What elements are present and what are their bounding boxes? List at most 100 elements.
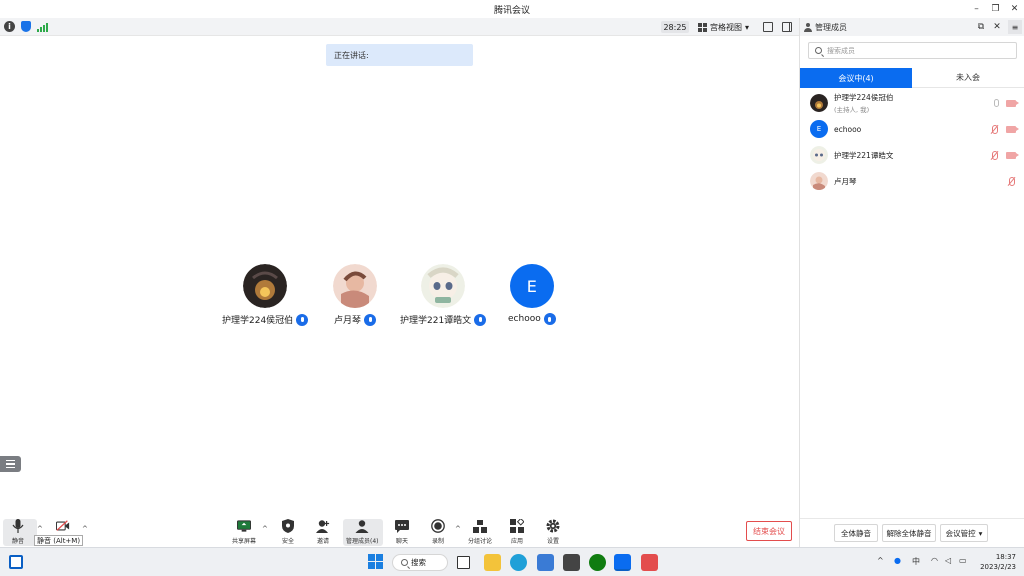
chevron-up-icon[interactable]: ^ <box>82 525 88 533</box>
microphone-icon[interactable] <box>994 99 999 107</box>
widgets-icon[interactable] <box>9 555 23 569</box>
mic-icon <box>474 313 487 326</box>
camera-off-icon[interactable] <box>1006 125 1019 133</box>
video-control[interactable] <box>56 519 70 533</box>
fullscreen-icon[interactable] <box>763 22 773 32</box>
manage-members-button[interactable]: 管理成员(4) <box>346 519 379 545</box>
taskbar-search[interactable]: 搜索 <box>392 554 448 571</box>
tab-not-joined[interactable]: 未入会 <box>912 68 1024 88</box>
member-info: 卢月琴 <box>834 176 857 187</box>
pop-out-icon[interactable]: ⧉ <box>976 22 986 32</box>
window-title: 腾讯会议 <box>493 5 530 16</box>
info-icon[interactable]: i <box>4 21 15 32</box>
shield-icon[interactable] <box>21 21 31 32</box>
floating-list-button[interactable] <box>0 456 21 472</box>
participant-tile[interactable]: 护理学221谭皓文 <box>400 264 487 326</box>
avatar <box>810 146 828 164</box>
xbox-icon[interactable] <box>589 554 606 571</box>
member-search-input[interactable] <box>827 46 1007 55</box>
chevron-down-icon: ▾ <box>978 528 983 538</box>
microphone-icon[interactable]: ● <box>894 556 901 565</box>
chevron-up-icon[interactable]: ^ <box>877 556 884 565</box>
edge-browser-icon[interactable] <box>510 554 527 571</box>
system-clock[interactable]: 18:37 2023/2/23 <box>976 552 1016 572</box>
member-status-icons <box>994 99 1019 107</box>
wifi-icon[interactable]: ◠ <box>931 556 938 565</box>
meeting-info-bar: i 28:25 宫格视图 ▾ <box>0 18 799 36</box>
add-user-icon <box>316 519 330 533</box>
member-row[interactable]: E echooo <box>810 118 1020 140</box>
record-icon <box>431 519 445 533</box>
menu-icon[interactable]: ≡ <box>1008 20 1022 34</box>
close-icon[interactable]: ✕ <box>992 22 1002 32</box>
share-screen-button[interactable]: 共享屏幕 <box>232 519 256 545</box>
mic-muted-icon[interactable] <box>990 124 999 134</box>
meeting-controls-button[interactable]: 会议管控 ▾ <box>940 524 988 542</box>
invite-label: 邀请 <box>316 538 329 545</box>
participant-tile[interactable]: 护理学224侯冠伯 <box>222 264 309 326</box>
view-mode-button[interactable]: 宫格视图 ▾ <box>698 21 749 33</box>
panel-actions: ⧉ ✕ ≡ <box>976 18 1024 36</box>
chat-button[interactable]: 聊天 <box>395 519 409 545</box>
mute-label: 静音 <box>11 538 24 545</box>
member-info: 护理学221谭皓文 <box>834 150 893 161</box>
breakout-button[interactable]: 分组讨论 <box>468 519 492 545</box>
settings-button[interactable]: 设置 <box>546 519 560 545</box>
ime-indicator[interactable]: 中 <box>912 556 920 567</box>
grid-view-icon <box>698 22 707 32</box>
mic-muted-icon[interactable] <box>1007 176 1016 186</box>
apps-button[interactable]: 应用 <box>510 519 524 545</box>
tencent-meeting-icon[interactable] <box>614 554 631 571</box>
share-screen-label: 共享屏幕 <box>232 538 257 545</box>
member-name: 护理学224侯冠伯 <box>834 93 894 102</box>
microphone-icon <box>11 519 25 533</box>
mic-muted-icon[interactable] <box>990 150 999 160</box>
invite-button[interactable]: 邀请 <box>316 519 330 545</box>
camera-off-icon[interactable] <box>1006 99 1019 107</box>
camera-off-icon[interactable] <box>1006 151 1019 159</box>
volume-icon[interactable]: ◁ <box>945 556 951 565</box>
minimize-button[interactable]: – <box>967 0 986 18</box>
mic-icon <box>364 313 376 326</box>
meeting-app: 腾讯会议 – ❐ ✕ i 28:25 宫格视图 ▾ 正在讲话: 护理学224侯冠… <box>0 0 1024 576</box>
breakout-label: 分组讨论 <box>468 538 493 545</box>
mic-icon <box>543 313 556 325</box>
app-icon[interactable] <box>563 554 580 571</box>
wps-office-icon[interactable] <box>641 554 658 571</box>
record-button[interactable]: 录制 <box>431 519 445 545</box>
apps-label: 应用 <box>510 538 523 545</box>
toggle-sidebar-icon[interactable] <box>782 22 792 32</box>
file-explorer-icon[interactable] <box>484 554 501 571</box>
battery-icon[interactable]: ▭ <box>959 556 967 565</box>
mute-tooltip: 静音 (Alt+M) <box>34 535 84 546</box>
member-tabs: 会议中(4) 未入会 <box>800 68 1024 88</box>
task-view-icon[interactable] <box>457 556 470 569</box>
avatar <box>333 264 377 308</box>
store-icon[interactable] <box>537 554 554 571</box>
search-icon <box>815 47 822 54</box>
participant-name: 护理学221谭皓文 <box>400 316 472 326</box>
mute-control[interactable]: 静音 <box>11 519 25 545</box>
meeting-toolbar: 静音 ^ ^ 静音 (Alt+M) 共享屏幕 ^ 安全 邀请 管理成员(4) 聊… <box>0 517 799 547</box>
chevron-up-icon[interactable]: ^ <box>262 525 268 533</box>
close-button[interactable]: ✕ <box>1005 0 1024 18</box>
mute-all-button[interactable]: 全体静音 <box>834 524 878 542</box>
chevron-up-icon[interactable]: ^ <box>37 525 43 533</box>
signal-icon[interactable] <box>37 22 48 32</box>
chevron-up-icon[interactable]: ^ <box>455 525 461 533</box>
participant-tile[interactable]: 卢月琴 <box>333 264 377 326</box>
member-row[interactable]: 卢月琴 <box>810 170 1020 192</box>
end-meeting-button[interactable]: 结束会议 <box>746 521 792 541</box>
participant-tile[interactable]: E echooo <box>508 264 556 325</box>
manage-members-label: 管理成员(4) <box>346 538 379 545</box>
member-search[interactable] <box>808 42 1017 59</box>
security-button[interactable]: 安全 <box>281 519 295 545</box>
member-row[interactable]: 护理学224侯冠伯 (主持人, 我) <box>810 92 1020 114</box>
unmute-all-button[interactable]: 解除全体静音 <box>882 524 936 542</box>
participant-label: 护理学224侯冠伯 <box>222 313 309 326</box>
apps-icon <box>510 519 524 533</box>
start-icon[interactable] <box>368 554 385 571</box>
restore-button[interactable]: ❐ <box>986 0 1005 18</box>
tab-in-meeting[interactable]: 会议中(4) <box>800 68 912 88</box>
member-row[interactable]: 护理学221谭皓文 <box>810 144 1020 166</box>
